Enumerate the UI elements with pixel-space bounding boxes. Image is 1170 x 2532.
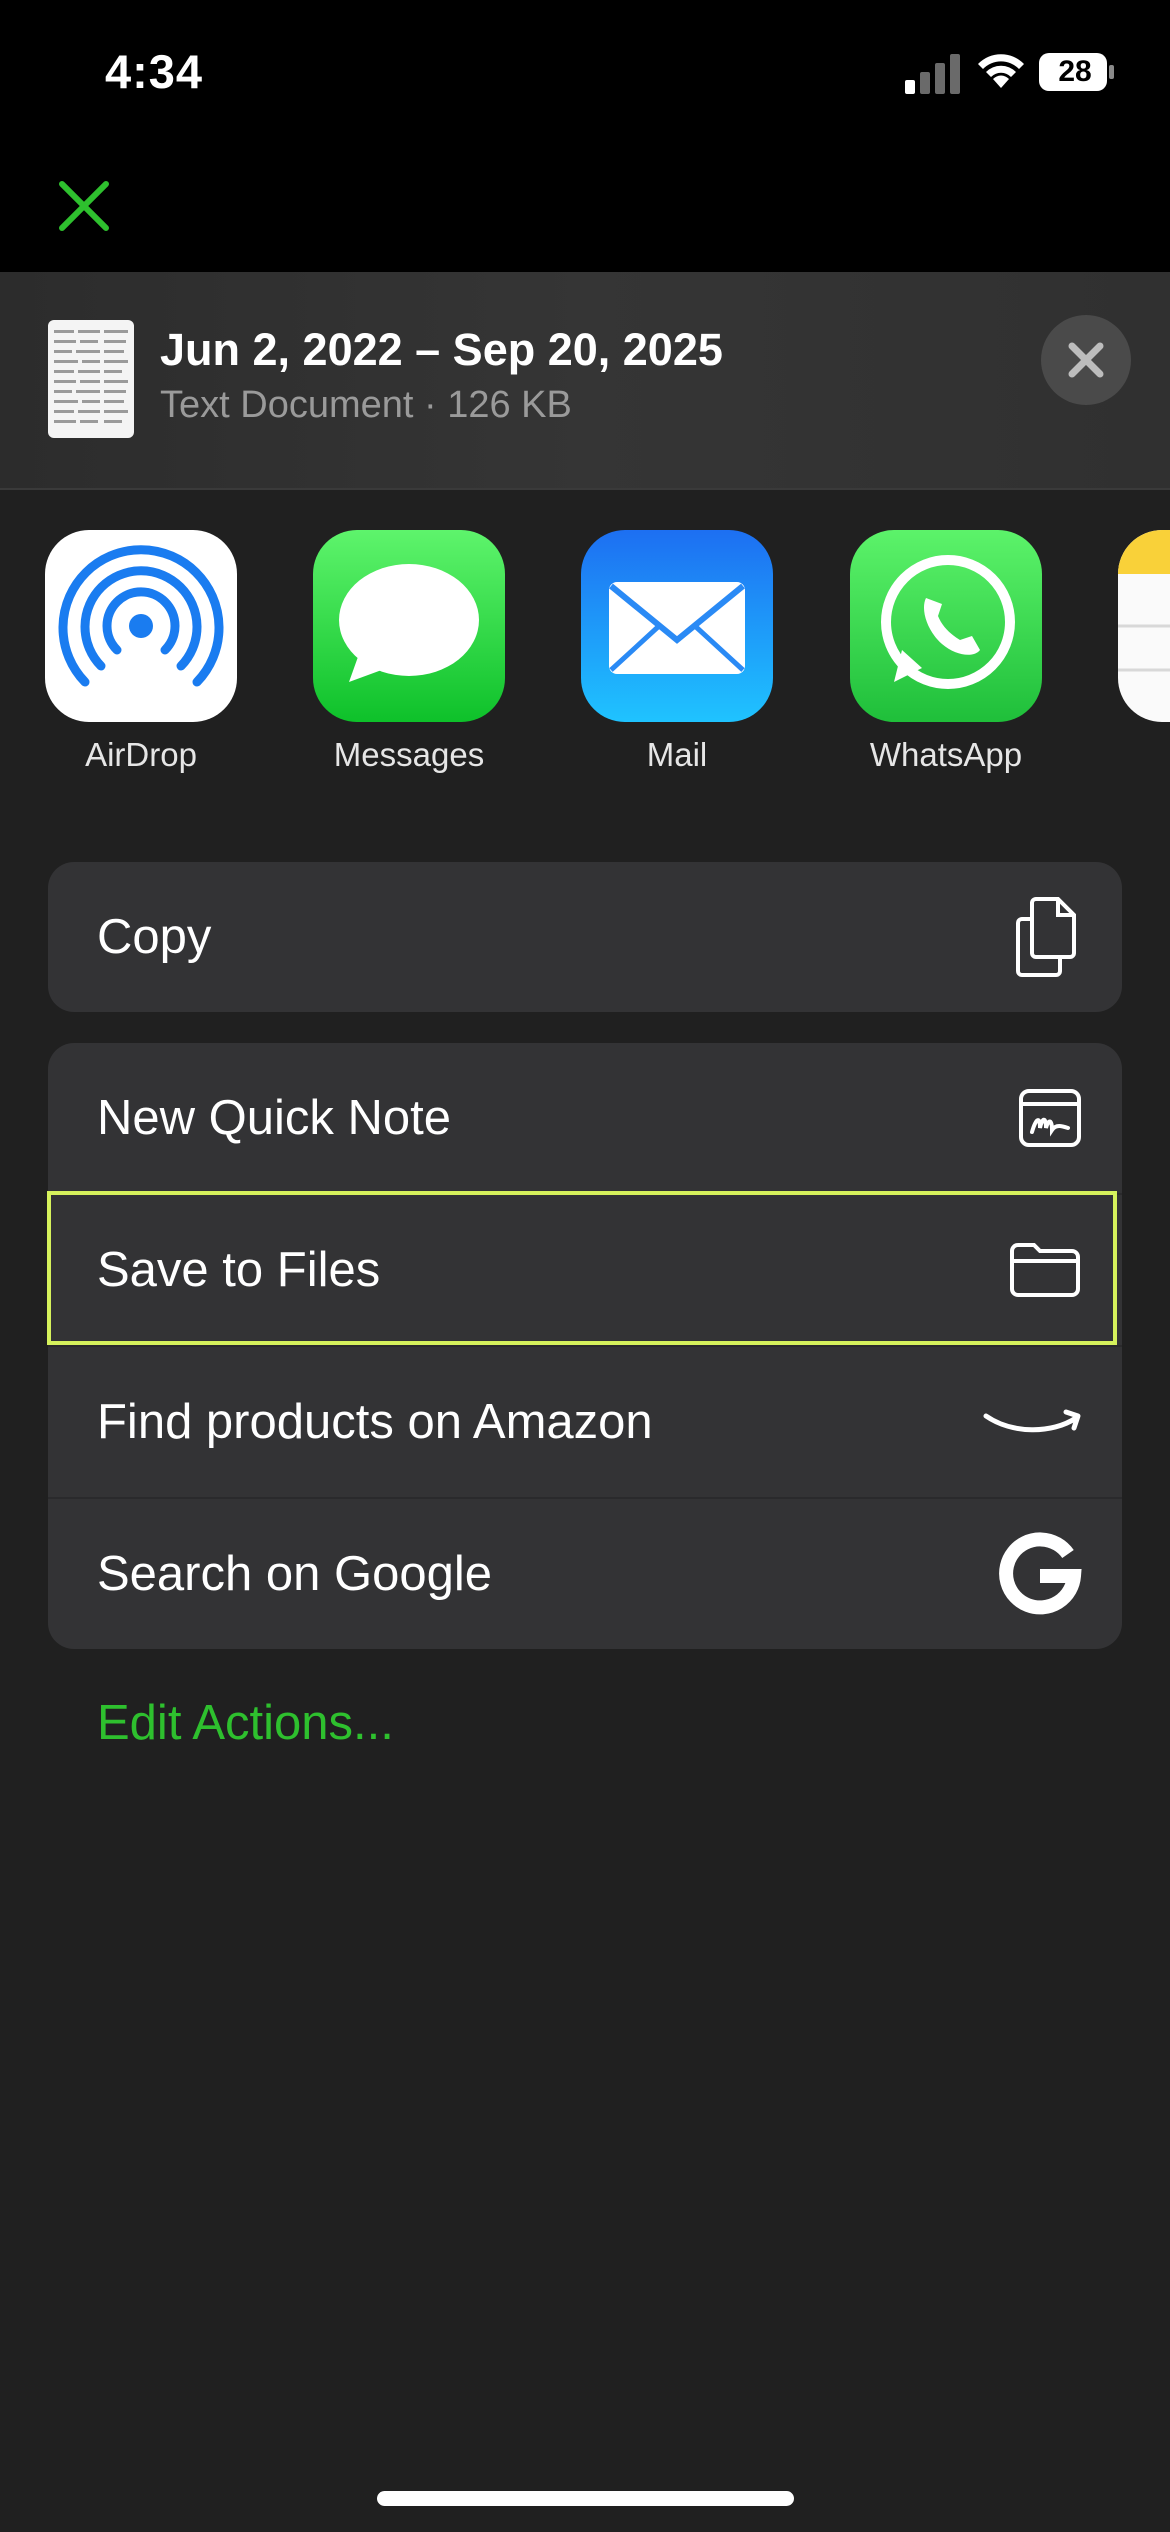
app-airdrop[interactable]: AirDrop bbox=[21, 530, 261, 774]
copy-icon bbox=[1016, 897, 1076, 977]
document-thumbnail bbox=[48, 320, 134, 438]
home-indicator[interactable] bbox=[377, 2491, 794, 2506]
action-find-on-amazon[interactable]: Find products on Amazon bbox=[48, 1345, 1122, 1497]
close-icon bbox=[1068, 342, 1104, 378]
signal-icon bbox=[905, 54, 960, 94]
close-sheet-button[interactable] bbox=[1041, 315, 1131, 405]
wifi-icon bbox=[978, 54, 1024, 88]
action-group-primary: Copy bbox=[48, 862, 1122, 1012]
share-apps-row: AirDrop Messages Mail WhatsApp bbox=[0, 530, 1170, 780]
airdrop-icon bbox=[45, 530, 237, 722]
action-group-secondary: New Quick Note Save to Files Find produc… bbox=[48, 1043, 1122, 1649]
app-label: Messages bbox=[333, 736, 485, 773]
status-time: 4:34 bbox=[105, 45, 204, 98]
app-label: AirDrop bbox=[85, 736, 197, 773]
edit-actions-link[interactable]: Edit Actions... bbox=[97, 1695, 394, 1751]
action-new-quick-note[interactable]: New Quick Note bbox=[48, 1043, 1122, 1193]
folder-icon bbox=[1010, 1243, 1080, 1297]
share-sheet-header: Jun 2, 2022 – Sep 20, 2025 Text Document… bbox=[0, 272, 1170, 490]
action-copy[interactable]: Copy bbox=[48, 862, 1122, 1012]
action-label: Find products on Amazon bbox=[97, 1395, 653, 1449]
status-bar: 4:34 28 bbox=[0, 0, 1170, 272]
app-messages[interactable]: Messages bbox=[289, 530, 529, 774]
notes-icon bbox=[1118, 530, 1170, 722]
whatsapp-icon bbox=[850, 530, 1042, 722]
app-whatsapp[interactable]: WhatsApp bbox=[826, 530, 1066, 774]
messages-icon bbox=[313, 530, 505, 722]
close-icon[interactable] bbox=[58, 180, 110, 232]
action-save-to-files[interactable]: Save to Files bbox=[48, 1193, 1122, 1345]
action-label: Save to Files bbox=[97, 1243, 381, 1297]
action-search-google[interactable]: Search on Google bbox=[48, 1497, 1122, 1649]
battery-level: 28 bbox=[1058, 55, 1092, 88]
action-label: New Quick Note bbox=[97, 1091, 452, 1145]
app-label: WhatsApp bbox=[869, 736, 1023, 773]
google-icon bbox=[999, 1532, 1082, 1615]
action-label: Copy bbox=[97, 910, 212, 964]
action-label: Search on Google bbox=[97, 1547, 492, 1601]
app-notes[interactable] bbox=[1094, 530, 1170, 722]
app-mail[interactable]: Mail bbox=[557, 530, 797, 774]
document-title: Jun 2, 2022 – Sep 20, 2025 bbox=[160, 324, 723, 375]
document-subtitle: Text Document · 126 KB bbox=[160, 384, 572, 426]
app-label: Mail bbox=[646, 736, 708, 773]
mail-icon bbox=[581, 530, 773, 722]
quick-note-icon bbox=[1019, 1089, 1081, 1147]
amazon-icon bbox=[983, 1409, 1081, 1433]
